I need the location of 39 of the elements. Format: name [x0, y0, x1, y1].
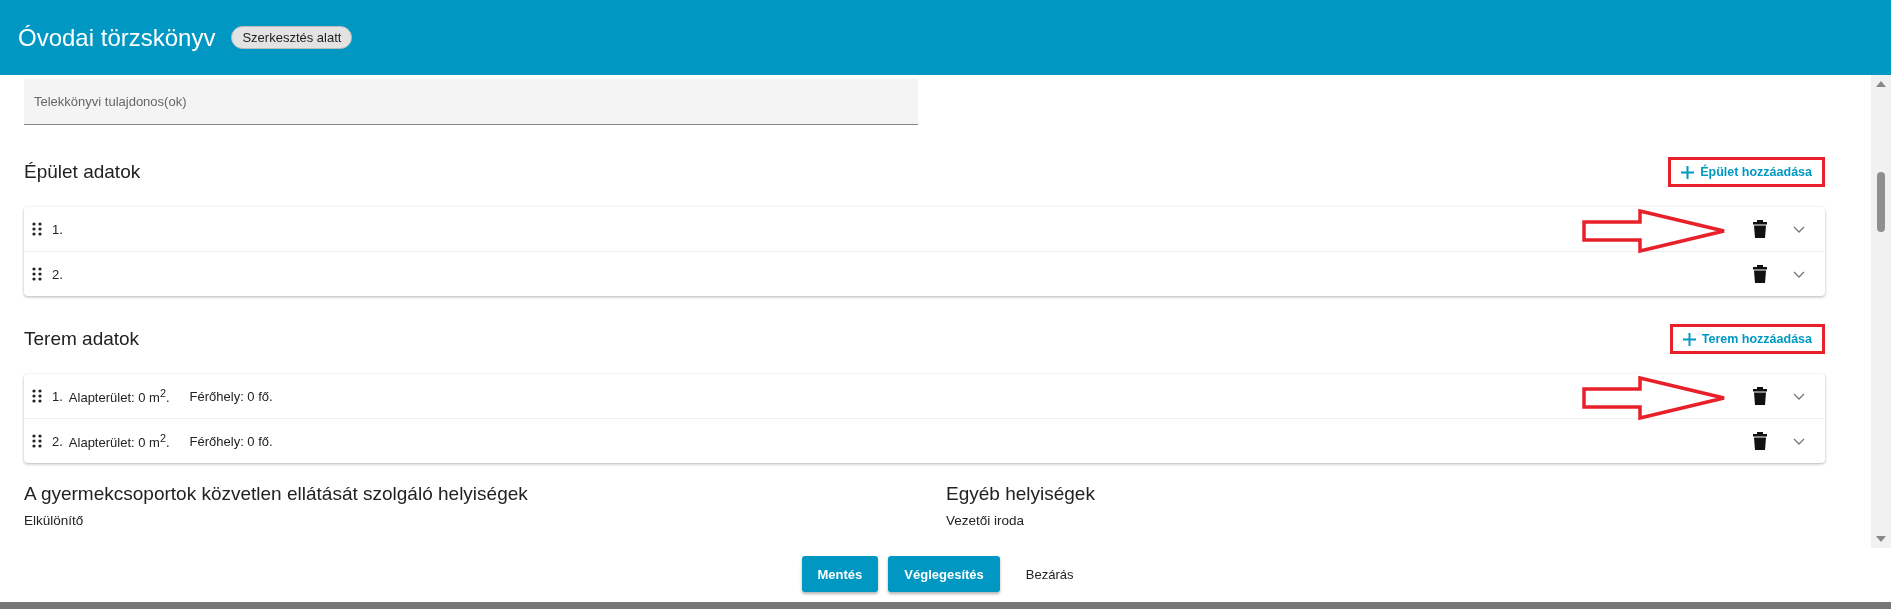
drag-handle-icon[interactable] [32, 434, 42, 448]
status-badge: Szerkesztés alatt [231, 26, 353, 49]
group-heading: A gyermekcsoportok közvetlen ellátását szolgáló helyiségek [24, 483, 529, 505]
capacity-text: Férőhely: 0 fő. [189, 388, 273, 404]
area-text: Alapterület: 0 m$^{2}$. [68, 431, 170, 451]
footer-button[interactable]: Véglegesítés [888, 556, 1000, 592]
chevron-down-icon[interactable] [1793, 392, 1805, 400]
add-button[interactable]: Épület hozzáadása [1668, 157, 1825, 187]
room-type-text: Elkülönítő [24, 513, 85, 528]
drag-handle-icon[interactable] [32, 389, 42, 403]
owner-input-field[interactable]: Telekkönyvi tulajdonos(ok) [24, 79, 918, 125]
room-type-text: Vezetői iroda [946, 513, 1026, 528]
footer-button[interactable]: Mentés [801, 556, 879, 592]
scroll-thumb[interactable] [1877, 171, 1885, 232]
item-number: 1. [52, 221, 63, 237]
group-heading: Egyéb helyiségek [946, 483, 1096, 505]
area-text: Alapterület: 0 m$^{2}$. [68, 386, 170, 406]
window-title: Óvodai törzskönyv [18, 23, 216, 52]
add-button[interactable]: Terem hozzáadása [1669, 324, 1825, 354]
item-number: 2. [52, 433, 63, 449]
scrollbar-track[interactable] [1871, 75, 1891, 548]
chevron-down-icon[interactable] [1793, 225, 1805, 233]
section-heading: Terem adatok [24, 328, 140, 350]
chevron-down-icon[interactable] [1793, 270, 1805, 278]
item-number: 1. [52, 388, 63, 404]
scroll-up-icon[interactable] [1876, 81, 1886, 87]
plus-icon [1681, 165, 1695, 179]
trash-icon[interactable] [1753, 387, 1767, 405]
plus-icon [1682, 332, 1696, 346]
trash-icon[interactable] [1753, 432, 1767, 450]
trash-icon[interactable] [1753, 220, 1767, 238]
trash-icon[interactable] [1753, 265, 1767, 283]
capacity-text: Férőhely: 0 fő. [189, 433, 273, 449]
chevron-down-icon[interactable] [1793, 437, 1805, 445]
item-number: 2. [52, 266, 63, 282]
drag-handle-icon[interactable] [32, 222, 42, 236]
drag-handle-icon[interactable] [32, 267, 42, 281]
scroll-down-icon[interactable] [1876, 536, 1886, 542]
section-heading: Épület adatok [24, 161, 141, 183]
